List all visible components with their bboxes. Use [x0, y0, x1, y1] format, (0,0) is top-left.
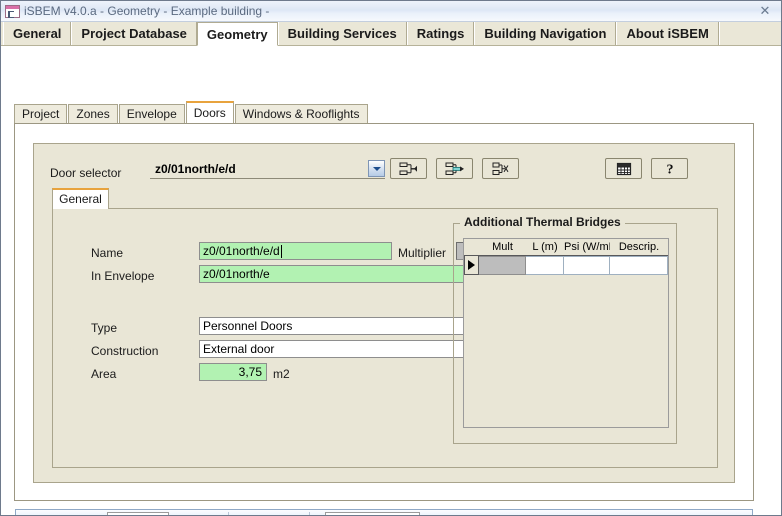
record-label: Record:	[22, 513, 64, 516]
isbem-application-window: iSBEM v4.0.a - Geometry - Example buildi…	[0, 0, 782, 516]
area-label: Area	[91, 367, 117, 381]
column-header-length[interactable]: L (m)	[526, 239, 564, 255]
in-envelope-value: z0/01north/e	[203, 267, 270, 281]
previous-record-icon[interactable]	[87, 511, 104, 515]
door-selector-value: z0/01north/e/d	[155, 161, 236, 176]
inner-tab-general[interactable]: General	[52, 188, 109, 209]
window-title: iSBEM v4.0.a - Geometry - Example buildi…	[24, 4, 270, 18]
main-tab-bar: General Project Database Geometry Buildi…	[1, 22, 781, 46]
sub-tab-project[interactable]: Project	[14, 104, 68, 123]
tab-bar-filler	[718, 22, 781, 45]
copy-record-button[interactable]	[482, 158, 519, 179]
door-selector-combo[interactable]: z0/01north/e/d	[150, 159, 385, 179]
in-envelope-label: In Envelope	[91, 269, 155, 283]
next-record-icon[interactable]	[172, 511, 189, 515]
multiplier-label: Multiplier	[398, 246, 447, 260]
cell-psi[interactable]	[564, 256, 610, 275]
sub-tab-bar: Project Zones Envelope Doors Windows & R…	[14, 101, 369, 123]
page-body: Project Zones Envelope Doors Windows & R…	[1, 46, 781, 516]
type-combo[interactable]: Personnel Doors	[199, 317, 493, 335]
thermal-bridges-legend: Additional Thermal Bridges	[460, 215, 625, 229]
row-selector-header	[464, 239, 479, 255]
tab-building-services[interactable]: Building Services	[277, 22, 407, 45]
doors-content-panel: Door selector z0/01north/e/d ? General N…	[14, 123, 754, 501]
table-empty-area	[464, 275, 668, 427]
name-label: Name	[91, 246, 124, 260]
sub-tab-zones[interactable]: Zones	[68, 104, 118, 123]
area-unit-label: m2	[273, 367, 290, 381]
last-record-icon[interactable]	[189, 511, 206, 515]
cell-length[interactable]	[526, 256, 564, 275]
tab-ratings[interactable]: Ratings	[406, 22, 475, 45]
doors-inner-panel: Door selector z0/01north/e/d ? General N…	[33, 143, 735, 483]
type-label: Type	[91, 321, 118, 335]
area-value: 3,75	[199, 363, 267, 381]
tab-building-navigation[interactable]: Building Navigation	[474, 22, 617, 45]
close-icon[interactable]: ✕	[757, 3, 773, 19]
form-window-icon	[5, 4, 20, 18]
column-header-mult[interactable]: Mult	[479, 239, 526, 255]
type-value: Personnel Doors	[203, 319, 293, 333]
goto-record-button[interactable]	[436, 158, 473, 179]
table-view-button[interactable]	[605, 158, 642, 179]
table-row[interactable]	[464, 256, 668, 275]
cell-mult	[479, 256, 526, 275]
record-position-input[interactable]: 1 of 4	[107, 511, 170, 515]
construction-label: Construction	[91, 344, 159, 358]
tab-about-isbem[interactable]: About iSBEM	[616, 22, 719, 45]
construction-combo[interactable]: External door	[199, 340, 493, 358]
sub-tab-doors[interactable]: Doors	[185, 101, 234, 123]
chevron-down-icon[interactable]	[368, 160, 385, 177]
column-header-psi[interactable]: Psi (W/mK)	[564, 239, 610, 255]
general-form-panel: Name z0/01north/e/d Multiplier 1 In Enve…	[52, 208, 718, 468]
column-header-descrip[interactable]: Descrip.	[610, 239, 668, 255]
tab-geometry[interactable]: Geometry	[196, 22, 278, 46]
door-selector-label: Door selector	[50, 166, 122, 180]
first-record-icon[interactable]	[70, 511, 87, 515]
table-header-row: Mult L (m) Psi (W/mK) Descrip.	[464, 239, 668, 256]
filter-status[interactable]: No Filter	[242, 513, 304, 516]
row-selector-arrow-icon[interactable]	[464, 256, 479, 275]
svg-text:?: ?	[666, 163, 673, 177]
add-record-button[interactable]	[390, 158, 427, 179]
title-bar: iSBEM v4.0.a - Geometry - Example buildi…	[1, 1, 781, 22]
record-navigator: Record: 1 of 4	[15, 509, 753, 516]
construction-value: External door	[203, 342, 275, 356]
in-envelope-combo[interactable]: z0/01north/e	[199, 265, 493, 283]
name-input[interactable]: z0/01north/e/d	[199, 242, 392, 260]
cell-descrip[interactable]	[610, 256, 668, 275]
thermal-bridges-table: Mult L (m) Psi (W/mK) Descrip.	[463, 238, 669, 428]
search-input[interactable]: Search	[325, 511, 421, 515]
sub-tab-envelope[interactable]: Envelope	[118, 104, 185, 123]
help-button[interactable]: ?	[651, 158, 688, 179]
tab-project-database[interactable]: Project Database	[71, 22, 197, 45]
nav-divider	[228, 512, 230, 515]
new-record-icon[interactable]	[206, 511, 223, 515]
tab-general[interactable]: General	[3, 22, 72, 45]
filter-label: No Filter	[259, 513, 304, 516]
sub-tab-windows-rooflights[interactable]: Windows & Rooflights	[234, 104, 368, 123]
search-divider	[309, 512, 311, 515]
